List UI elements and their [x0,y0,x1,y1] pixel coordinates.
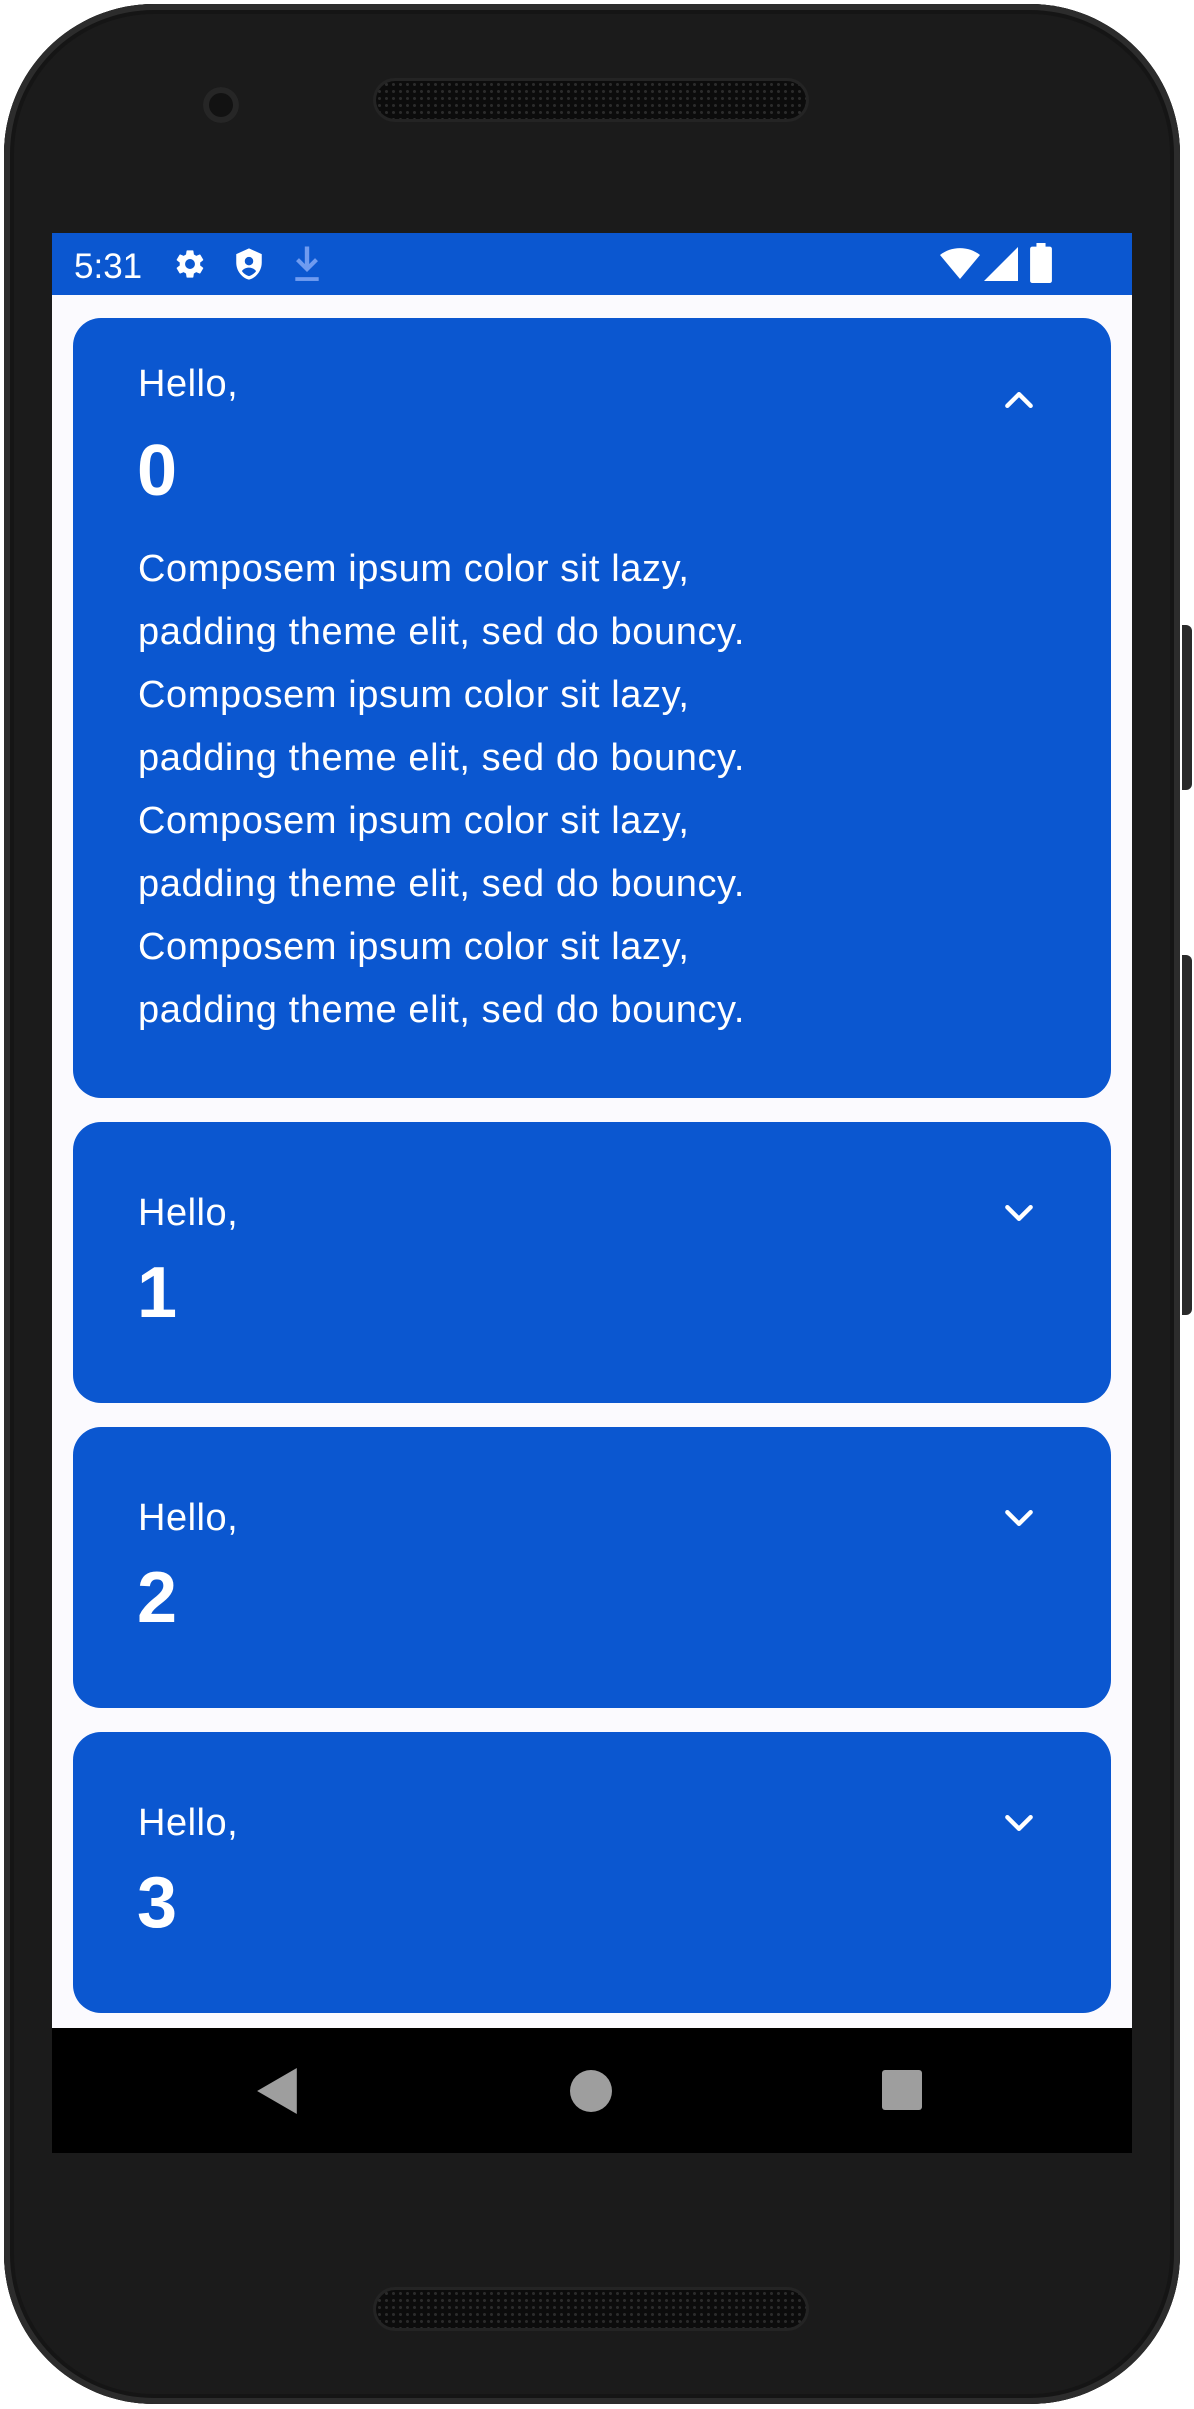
front-camera [203,87,239,123]
card-number: 2 [137,1558,178,1638]
card-number: 3 [137,1863,178,1943]
greeting-card-2[interactable]: Hello, 2 [73,1427,1111,1708]
screen: 5:31 Hello, 0 Composem ipsum color sit l… [52,233,1132,2153]
status-bar: 5:31 [52,233,1132,295]
card-body-text: Composem ipsum color sit lazy, padding t… [138,548,745,1031]
greeting-card-0[interactable]: Hello, 0 Composem ipsum color sit lazy, … [73,318,1111,1098]
greeting-card-3[interactable]: Hello, 3 [73,1732,1111,2013]
volume-button [1182,955,1192,1315]
back-icon[interactable] [257,2068,299,2114]
chevron-down-icon[interactable] [999,1498,1039,1538]
card-greeting: Hello, [138,1802,239,1844]
recents-icon[interactable] [882,2070,922,2110]
settings-icon [176,250,204,278]
shield-icon [236,248,262,280]
card-number: 1 [137,1253,178,1333]
card-greeting: Hello, [138,363,239,405]
card-greeting: Hello, [138,1192,239,1234]
card-number: 0 [137,431,178,511]
chevron-down-icon[interactable] [999,1803,1039,1843]
chevron-up-icon[interactable] [999,380,1039,420]
download-icon [295,246,319,281]
chevron-down-icon[interactable] [999,1193,1039,1233]
home-icon[interactable] [570,2070,612,2112]
wifi-icon [940,248,980,279]
greeting-card-1[interactable]: Hello, 1 [73,1122,1111,1403]
earpiece-speaker [376,81,806,119]
navigation-bar [52,2028,1132,2153]
status-time: 5:31 [74,247,143,286]
battery-icon [1030,243,1052,283]
signal-icon [984,247,1018,281]
bottom-speaker [376,2290,806,2328]
card-greeting: Hello, [138,1497,239,1539]
power-button [1182,625,1192,790]
